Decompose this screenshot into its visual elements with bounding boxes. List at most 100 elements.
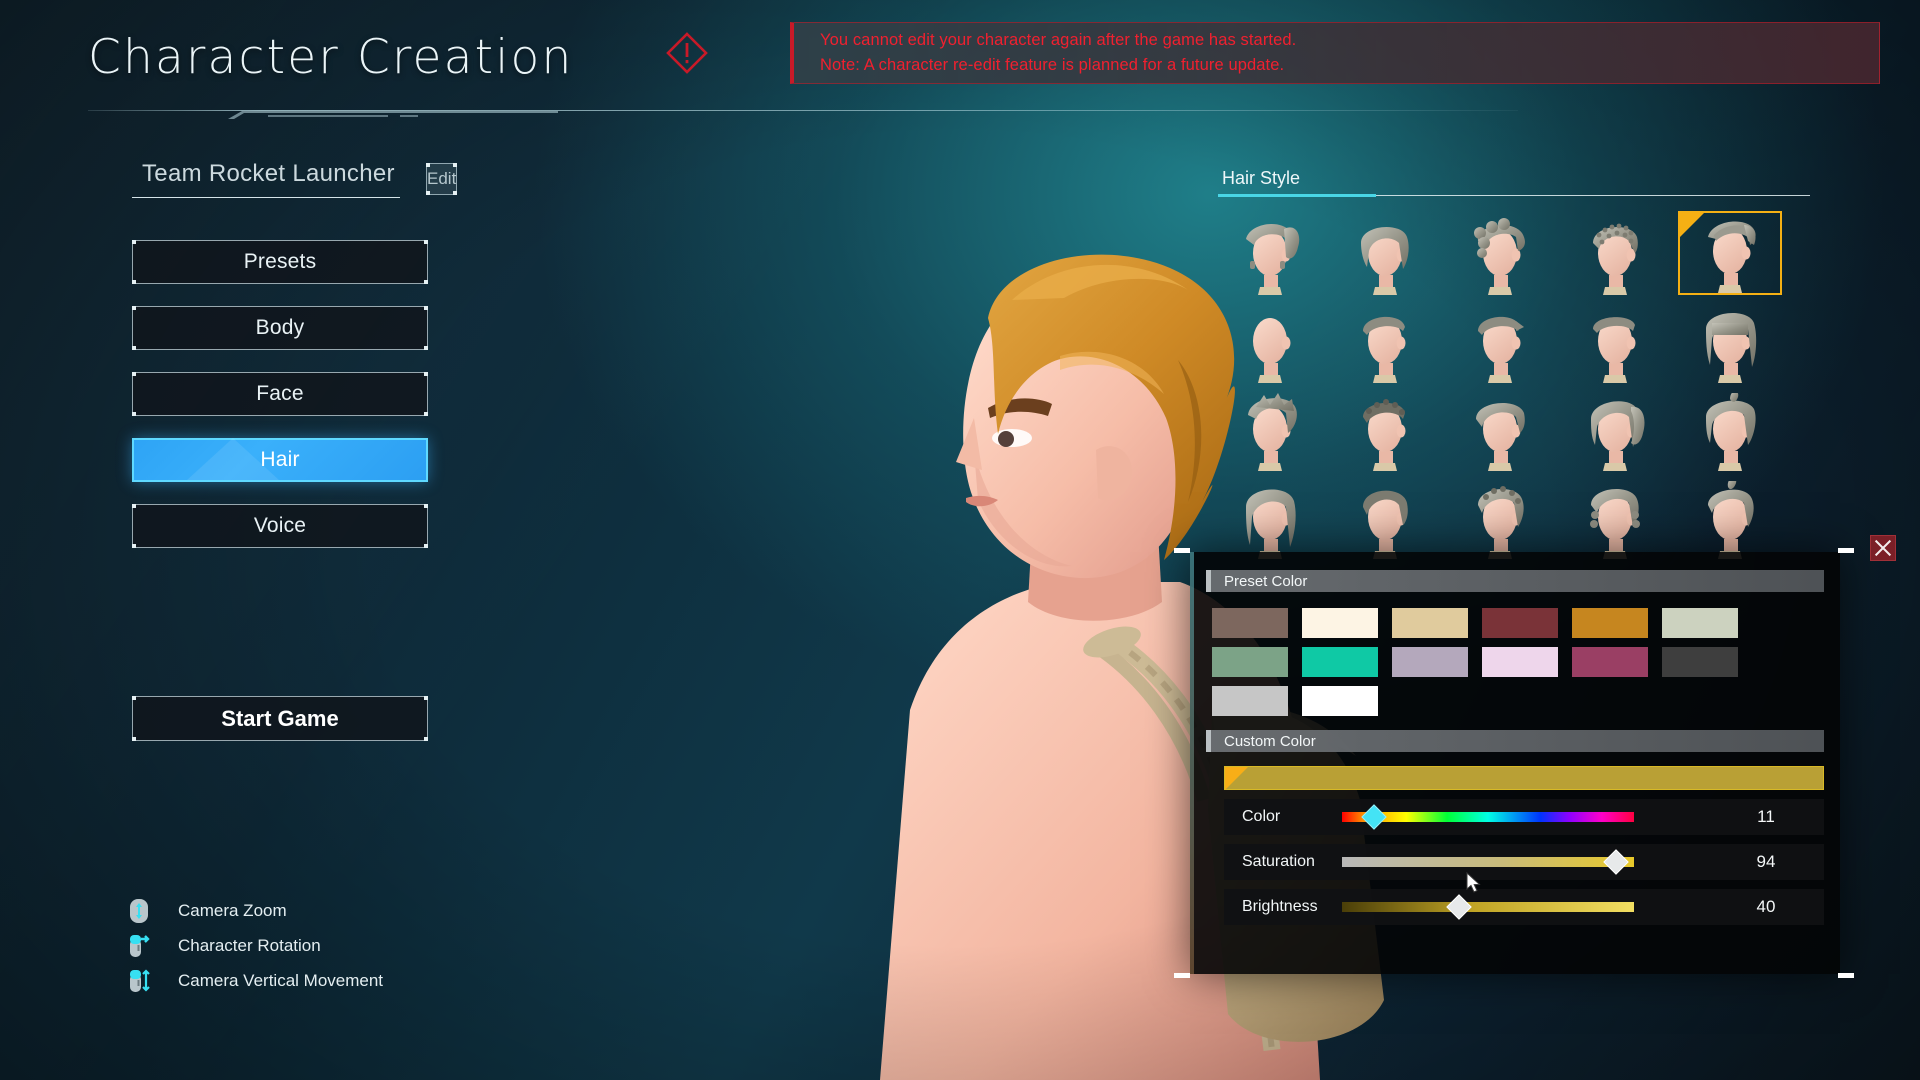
slider-value-brightness: 40 xyxy=(1756,897,1776,916)
preset-color-swatch-6[interactable] xyxy=(1662,608,1738,638)
slider-track-fill-brightness xyxy=(1342,902,1634,912)
preset-color-swatch-12[interactable] xyxy=(1662,647,1738,677)
preset-color-label: Preset Color xyxy=(1224,572,1308,590)
hair-thumbnail-10[interactable] xyxy=(1678,299,1782,383)
hair-thumbnail-18[interactable] xyxy=(1448,475,1552,559)
corner-mark xyxy=(426,191,430,195)
preset-color-swatch-3[interactable] xyxy=(1392,608,1468,638)
hair-thumbnail-12[interactable] xyxy=(1333,387,1437,471)
hair-thumbnail-7[interactable] xyxy=(1333,299,1437,383)
preset-color-swatch-10[interactable] xyxy=(1482,647,1558,677)
hair-thumbnail-grid xyxy=(1218,211,1818,559)
hair-style-17-render xyxy=(1363,490,1408,559)
preset-color-swatch-4[interactable] xyxy=(1482,608,1558,638)
preset-color-swatch-2[interactable] xyxy=(1302,608,1378,638)
corner-mark xyxy=(132,544,136,548)
preset-color-swatch-14[interactable] xyxy=(1302,686,1378,716)
corner-mark xyxy=(426,163,430,167)
slider-track-color[interactable] xyxy=(1342,804,1634,830)
hair-thumbnail-6[interactable] xyxy=(1218,299,1322,383)
menu-item-face[interactable]: Face xyxy=(132,372,428,416)
corner-mark xyxy=(424,280,428,284)
hair-thumbnail-4[interactable] xyxy=(1563,211,1667,295)
preset-color-swatch-1[interactable] xyxy=(1212,608,1288,638)
hair-style-19-render xyxy=(1590,488,1640,559)
menu-item-body[interactable]: Body xyxy=(132,306,428,350)
slider-value-color: 11 xyxy=(1757,807,1775,826)
corner-mark xyxy=(424,737,428,741)
custom-color-label: Custom Color xyxy=(1224,732,1316,750)
color-picker-overlay: Preset Color Custom Color Color 11 Saturat… xyxy=(1174,535,1896,978)
edit-button-label: Edit xyxy=(427,169,457,188)
hair-thumbnail-2[interactable] xyxy=(1333,211,1437,295)
hair-style-15-render xyxy=(1706,393,1756,471)
preset-color-swatch-5[interactable] xyxy=(1572,608,1648,638)
hint-label: Camera Vertical Movement xyxy=(178,971,384,990)
corner-mark xyxy=(424,412,428,416)
preset-color-swatch-8[interactable] xyxy=(1302,647,1378,677)
panel-corner-mark xyxy=(1838,973,1854,978)
preset-color-swatches xyxy=(1212,608,1840,716)
edit-name-button[interactable]: Edit xyxy=(426,163,458,195)
slider-row-saturation: Saturation 94 xyxy=(1224,844,1824,880)
warning-line-1: You cannot edit your character again aft… xyxy=(820,31,1297,50)
hair-thumbnail-14[interactable] xyxy=(1563,387,1667,471)
panel-corner-mark xyxy=(1174,973,1190,978)
corner-mark xyxy=(132,346,136,350)
mouse-cursor xyxy=(1466,872,1481,893)
hair-style-14-render xyxy=(1591,401,1645,471)
menu-label: Body xyxy=(255,316,305,339)
slider-handle-saturation[interactable] xyxy=(1603,849,1630,875)
slider-track-fill-saturation xyxy=(1342,857,1634,867)
hair-thumbnail-5[interactable] xyxy=(1678,211,1782,295)
corner-mark xyxy=(424,306,428,310)
warning-diamond-icon xyxy=(666,32,708,74)
hair-thumbnail-13[interactable] xyxy=(1448,387,1552,471)
hair-thumbnail-9[interactable] xyxy=(1563,299,1667,383)
hair-style-12-render xyxy=(1363,399,1406,471)
hair-thumbnail-15[interactable] xyxy=(1678,387,1782,471)
hair-style-5-render xyxy=(1708,221,1756,293)
menu-item-voice[interactable]: Voice xyxy=(132,504,428,548)
hair-style-4-render xyxy=(1593,223,1638,295)
preset-color-swatch-9[interactable] xyxy=(1392,647,1468,677)
preset-color-swatch-11[interactable] xyxy=(1572,647,1648,677)
corner-mark xyxy=(132,737,136,741)
preset-color-swatch-7[interactable] xyxy=(1212,647,1288,677)
hair-thumbnail-3[interactable] xyxy=(1448,211,1552,295)
menu-label: Face xyxy=(256,382,304,405)
slider-handle-color[interactable] xyxy=(1361,804,1387,830)
hint-character-rotation: Character Rotation xyxy=(128,933,383,959)
title-decoration xyxy=(228,111,558,119)
hair-thumbnail-11[interactable] xyxy=(1218,387,1322,471)
tab-hair-style[interactable]: Hair Style xyxy=(1218,168,1306,197)
slider-track-saturation[interactable] xyxy=(1342,849,1634,875)
corner-mark xyxy=(132,306,136,310)
hair-style-9-render xyxy=(1593,317,1636,383)
close-color-picker-button[interactable] xyxy=(1870,535,1896,561)
start-game-button[interactable]: Start Game xyxy=(132,696,428,741)
menu-label: Presets xyxy=(243,250,317,273)
slider-track-brightness[interactable] xyxy=(1342,894,1634,920)
menu-label: Hair xyxy=(260,448,300,471)
corner-mark xyxy=(132,696,136,700)
slider-row-color: Color 11 xyxy=(1224,799,1824,835)
hair-style-8-render xyxy=(1478,316,1524,383)
corner-mark xyxy=(132,240,136,244)
preset-color-swatch-13[interactable] xyxy=(1212,686,1288,716)
slider-handle-brightness[interactable] xyxy=(1446,894,1472,920)
hair-thumbnail-8[interactable] xyxy=(1448,299,1552,383)
panel-corner-mark xyxy=(1174,548,1190,553)
hair-thumbnail-20[interactable] xyxy=(1678,475,1782,559)
hair-thumbnail-19[interactable] xyxy=(1563,475,1667,559)
menu-item-presets[interactable]: Presets xyxy=(132,240,428,284)
hair-thumbnail-17[interactable] xyxy=(1333,475,1437,559)
hair-thumbnail-16[interactable] xyxy=(1218,475,1322,559)
character-name-field[interactable]: Team Rocket Launcher xyxy=(132,160,400,198)
corner-mark xyxy=(424,696,428,700)
hair-style-13-render xyxy=(1476,402,1525,471)
hair-thumbnail-1[interactable] xyxy=(1218,211,1322,295)
slider-label-color: Color xyxy=(1242,808,1281,825)
character-name-row: Team Rocket Launcher Edit xyxy=(132,160,458,198)
menu-item-hair[interactable]: Hair xyxy=(132,438,428,482)
